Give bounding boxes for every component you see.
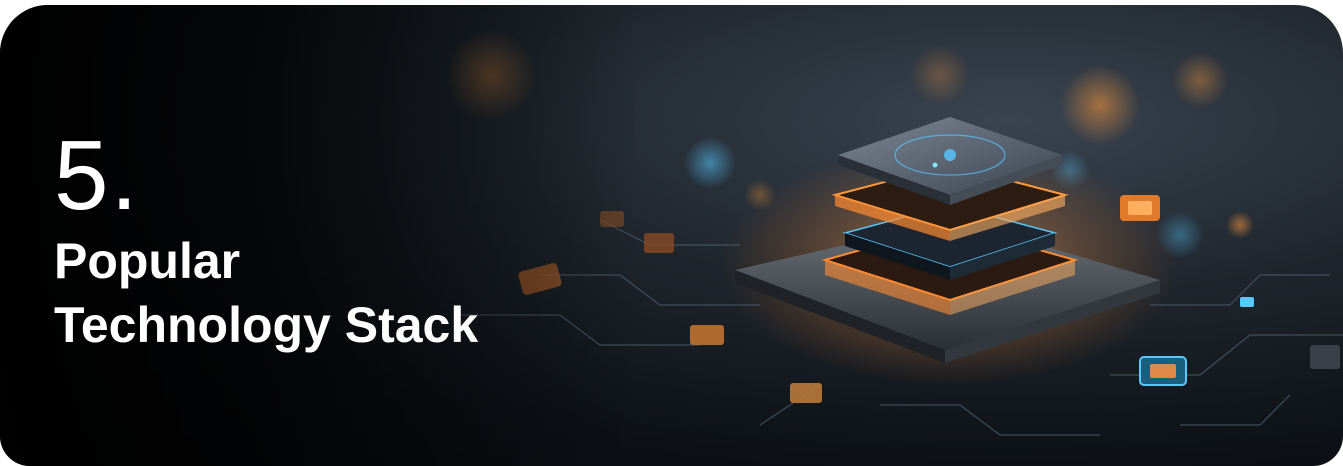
hero-banner: 5. Popular Technology Stack bbox=[0, 5, 1343, 466]
banner-heading: 5. Popular Technology Stack bbox=[54, 125, 478, 357]
section-number: 5. bbox=[54, 120, 140, 230]
title-line-2: Technology Stack bbox=[54, 297, 479, 353]
title-line-1: Popular bbox=[54, 233, 241, 289]
